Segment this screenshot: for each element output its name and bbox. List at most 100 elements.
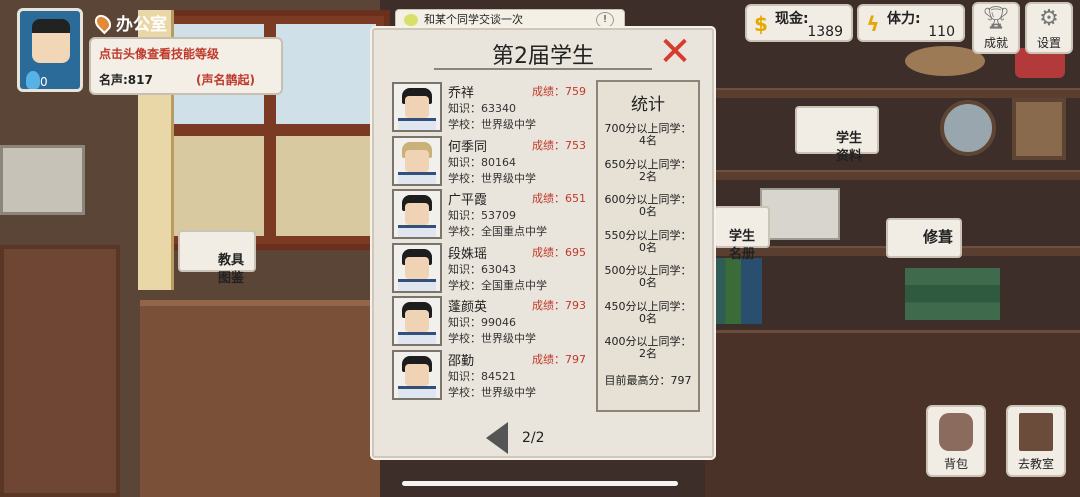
chair (0, 245, 120, 497)
repair-tag[interactable]: 修葺 (886, 218, 962, 258)
student-knowledge: 知识：84521 (448, 369, 516, 383)
student-grade: 成绩：695 (532, 245, 586, 259)
cash-icon: $ (754, 12, 768, 36)
student-knowledge: 知识：53709 (448, 209, 516, 222)
backpack-button[interactable]: 背包 (926, 405, 986, 477)
achievements-button[interactable]: 🏆︎ 成就 (972, 2, 1020, 54)
student-row[interactable]: 蓬颜英 成绩：793 知识：99046 学校：世界级中学 (392, 294, 592, 348)
student-name: 邵勤 (448, 353, 475, 369)
home-indicator[interactable] (402, 481, 678, 486)
wall-chart (0, 145, 85, 215)
student-school: 学校：世界级中学 (448, 118, 536, 131)
level-pin-icon (26, 71, 40, 89)
go-classroom-button[interactable]: 去教室 (1006, 405, 1066, 477)
student-roster-tag[interactable]: 学生 名册 (714, 206, 770, 262)
stats-item: 600分以上同学： 0名 (604, 193, 692, 218)
player-level: 0 (40, 75, 48, 89)
repair-label: 修葺 (922, 228, 953, 246)
student-school: 学校：全国重点中学 (448, 278, 547, 292)
location-label: 办公室 (91, 10, 167, 35)
bookshelf-board (710, 170, 1080, 180)
stats-panel: 统计 700分以上同学： 4名 650分以上同学： 2名 600分以上同学： 0名 5… (596, 80, 700, 412)
stats-heading: 统计 (631, 95, 665, 115)
close-icon[interactable]: ✕ (654, 32, 696, 74)
student-portrait (392, 135, 442, 186)
stamina-value: 110 (928, 24, 955, 40)
door-icon (1019, 413, 1053, 451)
student-knowledge: 知识：63043 (448, 262, 516, 276)
student-grade: 成绩：753 (532, 138, 586, 152)
student-grade: 成绩：651 (532, 192, 586, 205)
student-portrait (392, 242, 442, 293)
cash-display: $ 现金: 1389 (745, 4, 853, 42)
quest-text: 和某个同学交谈一次 (424, 13, 523, 26)
student-row[interactable]: 乔祥 成绩：759 知识：63340 学校：世界级中学 (392, 80, 592, 134)
location-pin-icon (91, 11, 115, 34)
location-name: 办公室 (116, 15, 167, 35)
student-row[interactable]: 何季同 成绩：753 知识：80164 学校：世界级中学 (392, 134, 592, 188)
trophy-icon: 🏆︎ (982, 6, 1010, 31)
stamina-label: 体力: (887, 11, 921, 27)
bookshelf-board (710, 88, 1080, 98)
lightning-icon: ϟ (866, 12, 880, 36)
settings-button[interactable]: ⚙ 设置 (1025, 2, 1073, 54)
student-row[interactable]: 邵勤 成绩：797 知识：84521 学校：世界级中学 (392, 348, 592, 402)
student-grade: 成绩：759 (532, 85, 586, 98)
portrait-frame (1012, 98, 1066, 160)
student-knowledge: 知识：99046 (448, 316, 516, 329)
student-knowledge: 知识：63340 (448, 102, 516, 115)
backpack-label: 背包 (943, 457, 968, 471)
stats-item: 550分以上同学： 0名 (604, 228, 692, 254)
paper-stack (760, 188, 840, 240)
best-score: 目前最高分：797 (604, 373, 692, 387)
student-portrait (392, 296, 442, 346)
mirror (940, 100, 996, 156)
student-portrait (392, 82, 442, 132)
student-grade: 成绩：793 (532, 299, 586, 312)
books (710, 258, 762, 324)
player-info-card[interactable]: 点击头像查看技能等级 名声:817 (声名鹊起) (89, 37, 283, 95)
title-divider (434, 68, 652, 70)
student-portrait (392, 349, 442, 400)
page-number: 2/2 (522, 430, 545, 446)
cash-value: 1389 (807, 24, 843, 40)
player-avatar[interactable]: 0 (17, 8, 83, 92)
settings-label: 设置 (1036, 36, 1061, 50)
student-school: 学校：世界级中学 (448, 332, 536, 345)
student-name: 段姝瑶 (448, 246, 488, 262)
student-grade: 成绩：797 (532, 352, 586, 366)
avatar-face (32, 19, 70, 63)
quest-info-icon[interactable]: ! (596, 12, 614, 28)
student-school: 学校：全国重点中学 (448, 225, 547, 238)
teaching-tools-label: 教具 图鉴 (217, 253, 244, 286)
student-name: 蓬颜英 (448, 300, 488, 315)
student-roster-panel: 第2届学生 ✕ 乔祥 成绩：759 知识：63340 学校：世界级中学 何季同 … (372, 28, 714, 458)
go-classroom-label: 去教室 (1017, 457, 1054, 471)
student-row[interactable]: 广平霞 成绩：651 知识：53709 学校：全国重点中学 (392, 187, 592, 241)
stats-item: 500分以上同学： 0名 (604, 264, 692, 289)
teaching-tools-tag[interactable]: 教具 图鉴 (178, 230, 256, 286)
stats-item: 700分以上同学： 4名 (604, 122, 692, 147)
student-knowledge: 知识：80164 (448, 155, 516, 169)
student-info-tag[interactable]: 学生 资料 (795, 106, 879, 164)
prev-page-arrow-icon[interactable] (486, 422, 508, 454)
student-name: 何季同 (448, 139, 488, 155)
student-roster-label: 学生 名册 (728, 229, 755, 262)
achievements-label: 成就 (983, 36, 1008, 50)
gear-icon: ⚙ (1039, 6, 1059, 31)
bag-icon (939, 413, 973, 451)
student-name: 乔祥 (448, 86, 475, 101)
stamina-display: ϟ 体力: 110 (857, 4, 965, 42)
student-portrait (392, 189, 442, 239)
cash-label: 现金: (775, 11, 809, 27)
student-name: 广平霞 (448, 193, 488, 208)
student-info-label: 学生 资料 (835, 131, 862, 164)
pagination: 2/2 (486, 422, 545, 454)
student-row[interactable]: 段姝瑶 成绩：695 知识：63043 学校：全国重点中学 (392, 241, 592, 295)
desk (140, 300, 380, 497)
stats-item: 650分以上同学： 2名 (604, 157, 692, 183)
avatar-hint: 点击头像查看技能等级 (99, 47, 220, 61)
stacked-books (905, 268, 1000, 320)
fame-value: 名声:817 (99, 73, 153, 87)
stats-item: 400分以上同学： 2名 (604, 335, 692, 360)
